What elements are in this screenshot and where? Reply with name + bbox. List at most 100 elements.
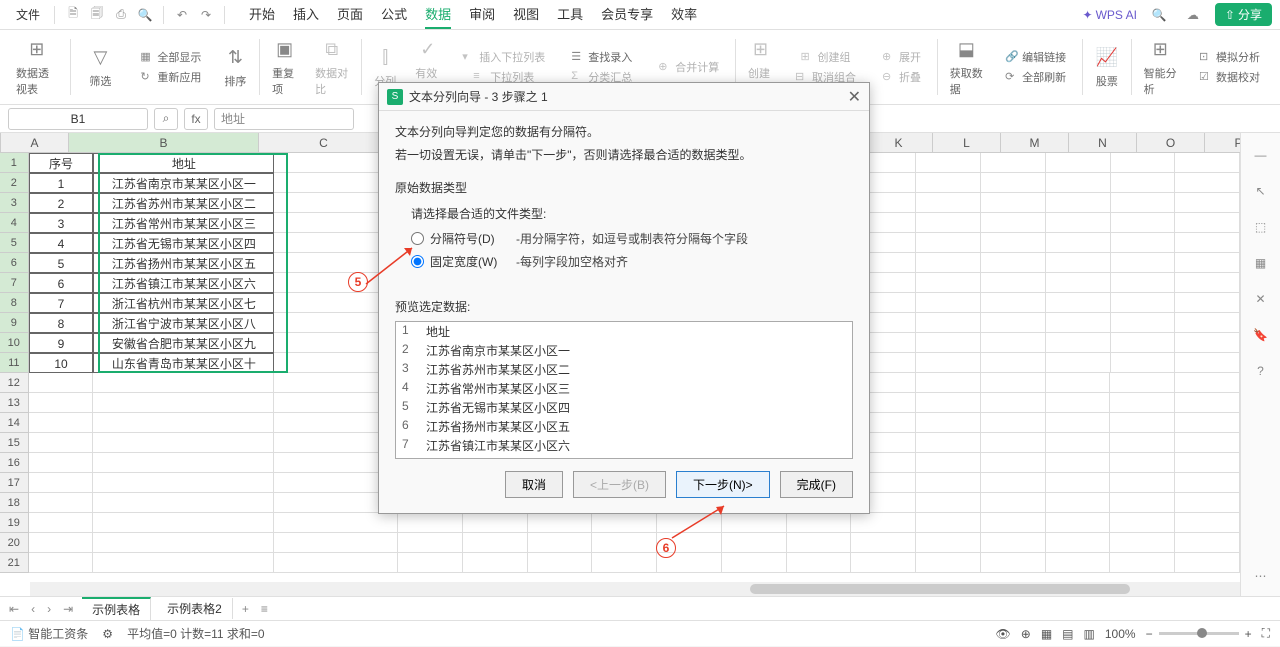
cell[interactable] xyxy=(981,433,1046,453)
row-header[interactable]: 19 xyxy=(0,513,29,533)
cell[interactable] xyxy=(981,353,1046,373)
cell[interactable] xyxy=(1175,433,1240,453)
cell[interactable] xyxy=(981,233,1046,253)
cell[interactable] xyxy=(29,473,94,493)
row-header[interactable]: 15 xyxy=(0,433,29,453)
cell[interactable] xyxy=(93,533,274,553)
cell[interactable] xyxy=(916,153,981,173)
col-header-M[interactable]: M xyxy=(1001,133,1069,152)
cell[interactable] xyxy=(981,553,1046,573)
cell[interactable] xyxy=(1046,553,1111,573)
cell[interactable] xyxy=(1175,313,1240,333)
cell[interactable] xyxy=(1175,453,1240,473)
cell[interactable] xyxy=(981,253,1046,273)
col-header-N[interactable]: N xyxy=(1069,133,1137,152)
cancel-button[interactable]: 取消 xyxy=(505,471,563,498)
cell[interactable] xyxy=(1046,253,1111,273)
cell[interactable] xyxy=(1175,233,1240,253)
row-header[interactable]: 11 xyxy=(0,353,29,373)
cell[interactable] xyxy=(1175,373,1240,393)
fx-icon[interactable]: ⌕ xyxy=(154,108,178,130)
redo-icon[interactable]: ↷ xyxy=(196,5,216,25)
cell[interactable] xyxy=(93,453,274,473)
horizontal-scrollbar[interactable] xyxy=(30,582,1240,596)
add-sheet-icon[interactable]: + xyxy=(239,602,252,616)
cell[interactable] xyxy=(851,513,916,533)
radio-delimiter[interactable] xyxy=(411,232,424,245)
tab-member[interactable]: 会员专享 xyxy=(601,0,653,29)
show-all-button[interactable]: ▦全部显示 xyxy=(136,47,205,67)
data-check-button[interactable]: ☑数据校对 xyxy=(1195,67,1264,87)
fx-button[interactable]: fx xyxy=(184,108,208,130)
row-header[interactable]: 21 xyxy=(0,553,29,573)
cell[interactable] xyxy=(851,533,916,553)
next-sheet-icon[interactable]: › xyxy=(44,602,54,616)
dialog-titlebar[interactable]: S 文本分列向导 - 3 步骤之 1 ✕ xyxy=(379,83,869,111)
cell[interactable] xyxy=(29,513,94,533)
col-header-B[interactable]: B xyxy=(69,133,259,152)
cell[interactable] xyxy=(1111,293,1176,313)
cell[interactable] xyxy=(1111,353,1176,373)
smart-payroll-button[interactable]: 📄 智能工资条 xyxy=(10,625,88,642)
zoom-slider[interactable]: − + xyxy=(1146,627,1252,641)
finish-button[interactable]: 完成(F) xyxy=(780,471,853,498)
bookmark-icon[interactable]: 🔖 xyxy=(1251,325,1271,345)
preview-icon[interactable]: 🔍 xyxy=(135,5,155,25)
cell[interactable] xyxy=(398,533,463,553)
cell[interactable] xyxy=(93,473,274,493)
cell[interactable] xyxy=(93,393,274,413)
cell[interactable] xyxy=(1046,533,1111,553)
cell[interactable]: 江苏省扬州市某某区小区五 xyxy=(93,253,274,273)
cell[interactable] xyxy=(1175,253,1240,273)
cell[interactable]: 9 xyxy=(29,333,94,353)
cell[interactable] xyxy=(1175,393,1240,413)
cell[interactable] xyxy=(1110,553,1175,573)
view-page-icon[interactable]: ▤ xyxy=(1062,627,1073,641)
next-button[interactable]: 下一步(N)> xyxy=(676,471,770,498)
cell[interactable] xyxy=(398,553,463,573)
cell[interactable] xyxy=(981,533,1046,553)
cell[interactable] xyxy=(1175,333,1240,353)
simulate-button[interactable]: ⊡模拟分析 xyxy=(1195,47,1264,67)
cell[interactable] xyxy=(981,373,1046,393)
cell[interactable] xyxy=(1110,393,1175,413)
zoom-in-icon[interactable]: + xyxy=(1245,627,1252,641)
sheet-list-icon[interactable]: ≡ xyxy=(258,602,271,616)
cell[interactable] xyxy=(463,513,528,533)
sheet-tab-1[interactable]: 示例表格 xyxy=(82,597,151,620)
cell[interactable] xyxy=(722,553,787,573)
cell[interactable] xyxy=(787,513,852,533)
cell[interactable]: 3 xyxy=(29,213,94,233)
cell[interactable] xyxy=(916,333,981,353)
col-header-A[interactable]: A xyxy=(1,133,69,152)
col-header-L[interactable]: L xyxy=(933,133,1001,152)
cell[interactable] xyxy=(1046,233,1111,253)
cell[interactable] xyxy=(1046,153,1111,173)
row-header[interactable]: 18 xyxy=(0,493,29,513)
cell[interactable] xyxy=(93,373,274,393)
reapply-button[interactable]: ↻重新应用 xyxy=(136,67,205,87)
tab-data[interactable]: 数据 xyxy=(425,0,451,29)
cell[interactable] xyxy=(916,193,981,213)
cell[interactable] xyxy=(29,553,94,573)
cell[interactable] xyxy=(93,493,274,513)
cell[interactable]: 序号 xyxy=(29,153,94,173)
name-box[interactable]: B1 xyxy=(8,108,148,130)
cell[interactable] xyxy=(916,293,981,313)
row-header[interactable]: 3 xyxy=(0,193,29,213)
cell[interactable] xyxy=(916,493,981,513)
cell[interactable] xyxy=(916,353,981,373)
row-header[interactable]: 13 xyxy=(0,393,29,413)
cell[interactable] xyxy=(1175,153,1240,173)
find-entry-button[interactable]: ☰查找录入 xyxy=(567,47,636,67)
cell[interactable]: 4 xyxy=(29,233,94,253)
more-icon[interactable]: ⋯ xyxy=(1251,566,1271,586)
settings-icon[interactable]: ⚙ xyxy=(102,627,113,641)
cell[interactable] xyxy=(1175,273,1240,293)
cell[interactable] xyxy=(981,513,1046,533)
cell[interactable] xyxy=(29,453,94,473)
cell[interactable] xyxy=(981,273,1046,293)
tab-review[interactable]: 审阅 xyxy=(469,0,495,29)
refresh-all-button[interactable]: ⟳全部刷新 xyxy=(1001,67,1070,87)
cell[interactable]: 1 xyxy=(29,173,94,193)
